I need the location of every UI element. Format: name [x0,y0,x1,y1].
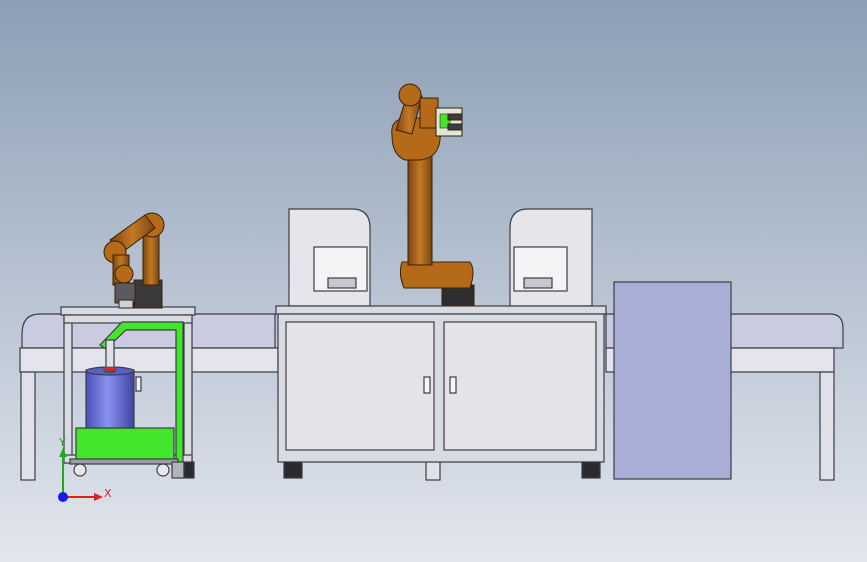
y-axis-label: Y [58,436,66,449]
conveyor-leg [819,371,835,481]
cabinet-top [275,305,607,315]
cad-viewport[interactable]: Y X [0,0,867,562]
cabinet-door-handle-right [449,376,457,394]
door-handle [135,376,142,392]
large-robot-shoulder [399,261,474,289]
inspection-enclosure-left[interactable] [288,208,371,307]
enclosure-fixture [523,277,553,289]
conveyor-leg [20,371,36,481]
cart-base-plate [69,458,179,465]
z-axis-origin [58,492,68,502]
small-robot-joint [114,264,134,284]
barrel-red-cap [103,366,117,372]
conveyor-leg [425,459,441,481]
side-cabinet[interactable] [613,281,732,480]
caster-wheel [156,463,170,477]
large-robot-wrist-joint [398,83,422,107]
gripper-finger [447,113,463,121]
small-robot-flange [118,299,134,309]
cabinet-door-right [443,321,597,451]
large-robot-wrist [419,97,439,129]
left-station-foot [171,461,185,479]
center-cabinet[interactable] [275,305,607,479]
left-station-post [183,314,193,464]
inspection-enclosure-right[interactable] [509,208,593,307]
green-cart-base [75,427,175,461]
left-station-foot [183,461,195,479]
cabinet-door-handle-left [423,376,431,394]
caster-wheel [73,463,87,477]
cabinet-caster [283,461,303,479]
cabinet-caster [581,461,601,479]
large-robot-column [407,154,433,266]
enclosure-fixture [327,277,357,289]
x-axis-label: X [104,487,112,500]
gripper-finger [447,123,463,131]
conveyor-rail-left [19,347,279,373]
cabinet-door-left [285,321,435,451]
barrel [85,369,135,429]
